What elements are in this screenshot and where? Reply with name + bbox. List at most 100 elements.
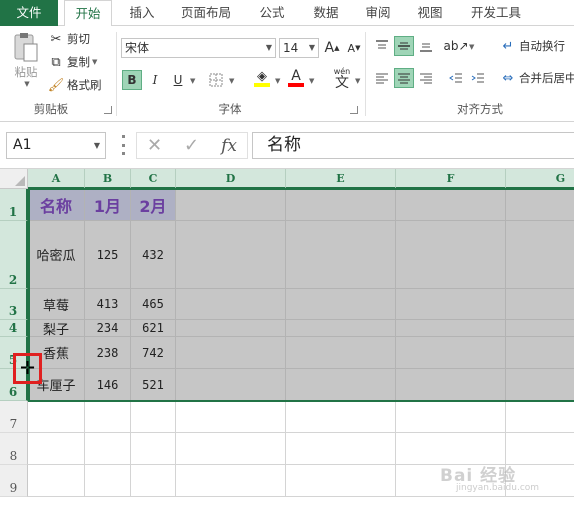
column-header-g[interactable]: G [506,169,574,189]
cell-a4[interactable]: 梨子 [28,320,85,338]
cell-d7[interactable] [176,401,286,433]
merge-center-button[interactable]: ⇔ 合并后居中 [500,70,574,86]
cell-b3[interactable]: 413 [85,289,131,320]
cell-c8[interactable] [131,433,176,465]
cell-b7[interactable] [85,401,131,433]
italic-button[interactable]: I [145,70,165,90]
row-header-8[interactable]: 8 [0,433,28,465]
cell-g2[interactable] [506,221,574,289]
increase-indent-button[interactable] [468,68,488,88]
border-button[interactable] [206,70,226,90]
cell-a2[interactable]: 哈密瓜 [28,221,85,289]
formula-bar-grip-icon[interactable] [120,135,126,155]
clipboard-launcher-icon[interactable] [104,106,112,114]
cancel-icon[interactable]: ✕ [147,135,162,156]
row-header-2[interactable]: 2 [0,221,28,289]
tab-insert[interactable]: 插入 [118,0,166,26]
align-center-button[interactable] [394,68,414,88]
align-top-button[interactable] [372,36,392,56]
select-all-button[interactable] [0,169,28,189]
copy-button[interactable]: ⧉ 复制 ▼ [48,54,97,70]
cell-g6[interactable] [506,369,574,401]
fill-color-button[interactable]: ◈ [252,68,272,88]
cell-b1[interactable]: 1月 [85,189,131,221]
cell-d4[interactable] [176,320,286,337]
decrease-indent-button[interactable] [446,68,466,88]
phonetic-dropdown-icon[interactable]: ▼ [355,77,360,85]
cell-e9[interactable] [286,465,396,497]
underline-button[interactable]: U [168,70,188,90]
column-header-c[interactable]: C [131,169,176,189]
cell-g8[interactable] [506,433,574,465]
column-header-a[interactable]: A [28,169,85,189]
worksheet-grid[interactable]: A B C D E F G 1 2 3 4 5 6 7 8 9 名称 1月 2月… [0,169,574,509]
name-box[interactable]: A1 ▼ [6,132,106,159]
cell-c6[interactable]: 521 [131,369,176,401]
cell-c3[interactable]: 465 [131,289,176,320]
enter-icon[interactable]: ✓ [184,135,199,156]
cell-f7[interactable] [396,401,506,433]
cell-d5[interactable] [176,337,286,369]
cell-b5[interactable]: 238 [85,337,131,369]
tab-page-layout[interactable]: 页面布局 [170,0,242,26]
tab-file[interactable]: 文件 [0,0,58,26]
cell-g4[interactable] [506,320,574,337]
increase-font-size-button[interactable]: A ▲ [322,38,342,58]
cell-f1[interactable] [396,189,506,221]
cell-f5[interactable] [396,337,506,369]
fill-dropdown-icon[interactable]: ▼ [275,77,280,85]
font-launcher-icon[interactable] [350,106,358,114]
font-color-dropdown-icon[interactable]: ▼ [309,77,314,85]
cell-c9[interactable] [131,465,176,497]
row-header-7[interactable]: 7 [0,401,28,433]
cell-f6[interactable] [396,369,506,401]
paste-button[interactable]: 粘贴 ▼ [8,32,44,88]
cell-d9[interactable] [176,465,286,497]
cell-g3[interactable] [506,289,574,320]
cell-e5[interactable] [286,337,396,369]
column-header-f[interactable]: F [396,169,506,189]
tab-data[interactable]: 数据 [302,0,350,26]
font-color-button[interactable]: A [286,68,306,88]
cell-e2[interactable] [286,221,396,289]
underline-dropdown-icon[interactable]: ▼ [190,77,195,85]
cell-a3[interactable]: 草莓 [28,289,85,320]
tab-view[interactable]: 视图 [406,0,454,26]
row-header-3[interactable]: 3 [0,289,28,320]
cell-c2[interactable]: 432 [131,221,176,289]
insert-function-icon[interactable]: fx [221,136,237,156]
cell-d1[interactable] [176,189,286,221]
phonetic-button[interactable]: wén 文 [330,66,354,92]
cell-e7[interactable] [286,401,396,433]
tab-developer[interactable]: 开发工具 [460,0,532,26]
tab-formulas[interactable]: 公式 [248,0,296,26]
cell-c1[interactable]: 2月 [131,189,176,221]
cell-d6[interactable] [176,369,286,401]
cell-b8[interactable] [85,433,131,465]
cut-button[interactable]: ✂ 剪切 [48,31,90,47]
cell-c5[interactable]: 742 [131,337,176,369]
cell-a7[interactable] [28,401,85,433]
cell-d2[interactable] [176,221,286,289]
align-middle-button[interactable] [394,36,414,56]
column-header-e[interactable]: E [286,169,396,189]
row-header-1[interactable]: 1 [0,189,28,221]
cell-a8[interactable] [28,433,85,465]
cell-d8[interactable] [176,433,286,465]
cell-a1[interactable]: 名称 [28,189,85,221]
cell-c7[interactable] [131,401,176,433]
wrap-text-button[interactable]: ↵ 自动换行 [500,38,565,54]
font-size-combo[interactable]: 14 ▼ [279,38,319,58]
font-name-combo[interactable]: 宋体 ▼ [121,38,276,58]
cell-e4[interactable] [286,320,396,337]
cell-b6[interactable]: 146 [85,369,131,401]
tab-review[interactable]: 审阅 [354,0,402,26]
cell-b2[interactable]: 125 [85,221,131,289]
cell-e3[interactable] [286,289,396,320]
cell-b4[interactable]: 234 [85,320,131,337]
row-header-4[interactable]: 4 [0,320,28,337]
align-left-button[interactable] [372,68,392,88]
cell-g7[interactable] [506,401,574,433]
cell-f3[interactable] [396,289,506,320]
orientation-dropdown-icon[interactable]: ▼ [469,43,474,51]
